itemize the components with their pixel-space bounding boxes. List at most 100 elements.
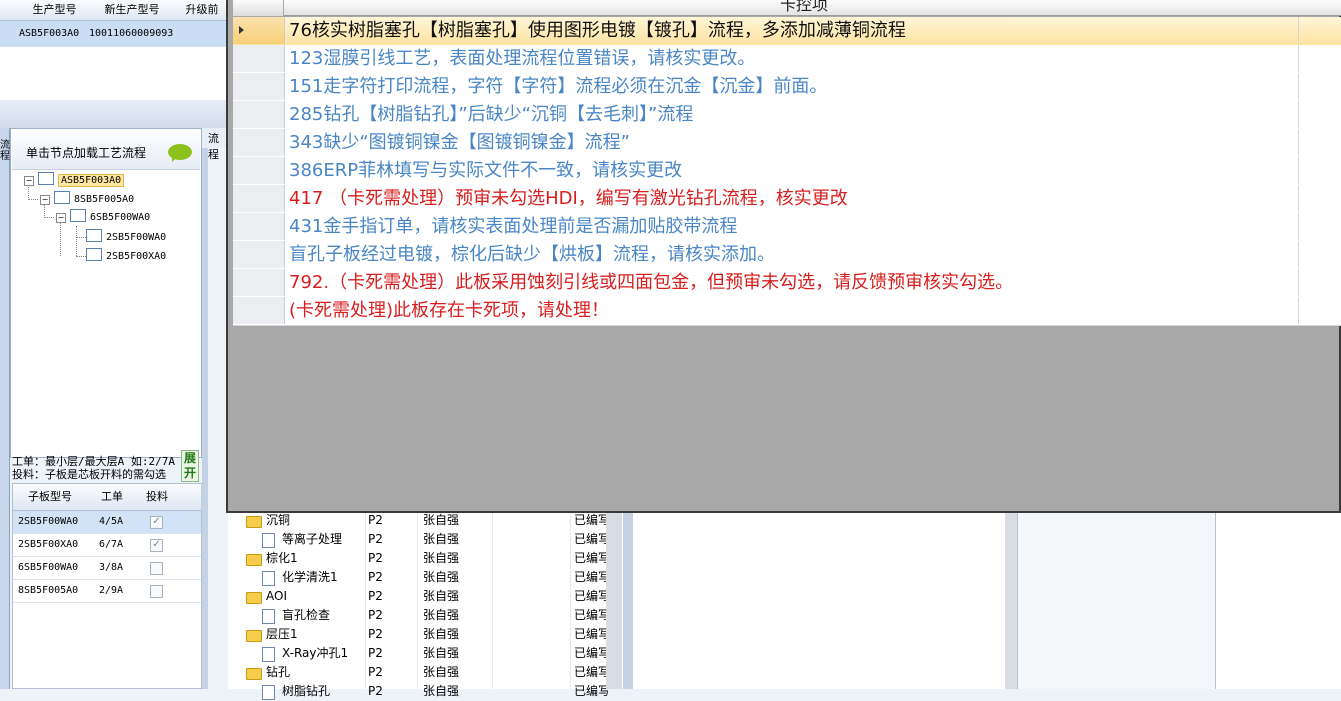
feed-checkbox[interactable] [150,585,163,598]
collapse-toggle-icon[interactable]: − [24,176,34,186]
col-header-feed[interactable]: 投料 [137,484,178,511]
control-item-text: 386ERP菲林填写与实际文件不一致，请核实更改 [289,160,683,181]
process-level: P2 [368,608,383,622]
row-indicator[interactable] [233,241,285,268]
col-header-subboard[interactable]: 子板型号 [13,484,88,511]
control-item-row[interactable]: 431金手指订单，请核实表面处理前是否漏加贴胶带流程 [233,213,1341,242]
process-name: 沉铜 [266,513,291,527]
process-status: 已编写 [574,608,611,622]
subboard-grid: 子板型号 工单 投料 2SB5F00WA0 4/5A ✓ 2SB5F00XA0 … [12,483,202,689]
expand-button[interactable]: 展开 [181,450,199,482]
horizontal-splitter[interactable] [0,100,228,128]
process-level: P2 [368,665,383,679]
process-name: 化学清洗1 [282,570,338,584]
splitter[interactable] [623,512,633,689]
process-status: 已编写 [574,532,611,546]
process-row[interactable]: AOI P2 张自强 已编写 [228,587,623,606]
control-item-row[interactable]: 285钻孔【树脂钻孔】”后缺少“沉铜【去毛刺】”流程 [233,101,1341,130]
row-indicator[interactable] [233,269,285,296]
process-row[interactable]: 沉铜 P2 张自强 已编写 [228,511,623,530]
process-name: 钻孔 [266,665,291,679]
table-row[interactable]: 8SB5F005A0 2/9A [13,580,201,603]
process-author: 张自强 [423,589,460,603]
table-row[interactable]: 6SB5F00WA0 3/8A [13,557,201,580]
row-header-corner [0,0,23,21]
row-indicator[interactable] [233,129,285,156]
cell-new-model: 10011060009093 [89,28,174,39]
process-level: P2 [368,589,383,603]
control-item-row[interactable]: 151走字符打印流程，字符【字符】流程必须在沉金【沉金】前面。 [233,73,1341,102]
col-header-order[interactable]: 工单 [87,484,138,511]
control-item-row[interactable]: 盲孔子板经过电镀，棕化后缺少【烘板】流程，请核实添加。 [233,241,1341,270]
table-row[interactable]: 2SB5F00WA0 4/5A ✓ [13,511,201,534]
process-row[interactable]: 等离子处理 P2 张自强 已编写 [228,530,623,549]
process-level: P2 [368,513,383,527]
tree-node[interactable]: 6SB5F00WA0 [70,209,150,226]
row-indicator[interactable] [233,213,285,240]
row-indicator[interactable] [233,157,285,184]
control-item-row[interactable]: 386ERP菲林填写与实际文件不一致，请核实更改 [233,157,1341,186]
collapse-toggle-icon[interactable]: − [40,195,50,205]
feed-checkbox[interactable]: ✓ [150,539,163,552]
folder-icon [246,630,262,642]
control-item-row[interactable]: 343缺少“图镀铜镍金【图镀铜镍金】流程” [233,129,1341,158]
feed-checkbox[interactable] [150,562,163,575]
folder-icon [246,554,262,566]
control-item-text: 123湿膜引线工艺，表面处理流程位置错误，请核实更改。 [289,48,756,69]
process-status: 已编写 [574,513,611,527]
tree-node-root[interactable]: ASB5F003A0 [38,172,125,189]
process-row[interactable]: 钻孔 P2 张自强 已编写 [228,663,623,682]
tree-node[interactable]: 8SB5F005A0 [54,191,134,208]
col-header-new-model[interactable]: 新生产型号 [87,0,178,21]
process-status: 已编写 [574,684,611,698]
row-indicator[interactable] [233,185,285,212]
document-icon [262,609,275,624]
control-item-text: 417 （卡死需处理）预审未勾选HDI，编写有激光钻孔流程，核实更改 [289,188,848,209]
process-row[interactable]: 化学清洗1 P2 张自强 已编写 [228,568,623,587]
control-item-text: 285钻孔【树脂钻孔】”后缺少“沉铜【去毛刺】”流程 [289,104,694,125]
control-item-text: 792.（卡死需处理）此板采用蚀刻引线或四面包金，但预审未勾选，请反馈预审核实勾… [289,272,1014,293]
control-item-row[interactable]: (卡死需处理)此板存在卡死项，请处理！ [233,297,1341,326]
process-row[interactable]: 层压1 P2 张自强 已编写 [228,625,623,644]
row-indicator[interactable] [233,17,285,44]
row-indicator[interactable] [233,297,285,324]
row-indicator[interactable] [233,73,285,100]
vertical-splitter[interactable] [202,128,208,689]
process-author: 张自强 [423,551,460,565]
process-status: 已编写 [574,665,611,679]
col-header-model[interactable]: 生产型号 [22,0,88,21]
col-header-upgrade[interactable]: 升级前 [177,0,228,21]
folder-icon [246,668,262,680]
control-item-text: 151走字符打印流程，字符【字符】流程必须在沉金【沉金】前面。 [289,76,828,97]
table-row[interactable]: 2SB5F00XA0 6/7A ✓ [13,534,201,557]
process-row[interactable]: X-Ray冲孔1 P2 张自强 已编写 [228,644,623,663]
process-row[interactable]: 棕化1 P2 张自强 已编写 [228,549,623,568]
control-items-column-title[interactable]: 卡控项 [780,0,828,15]
vertical-scrollbar[interactable] [606,512,622,689]
control-item-text: 343缺少“图镀铜镍金【图镀铜镍金】流程” [289,132,631,153]
tree-node[interactable]: 2SB5F00WA0 [86,229,166,246]
control-item-row[interactable]: 123湿膜引线工艺，表面处理流程位置错误，请核实更改。 [233,45,1341,74]
document-icon [262,647,275,662]
detail-pane-right [1215,512,1341,689]
control-item-row[interactable]: 792.（卡死需处理）此板采用蚀刻引线或四面包金，但预审未勾选，请反馈预审核实勾… [233,269,1341,298]
process-row[interactable]: 盲孔检查 P2 张自强 已编写 [228,606,623,625]
process-row[interactable]: 树脂钻孔 P2 张自强 已编写 [228,682,623,701]
collapse-toggle-icon[interactable]: − [56,213,66,223]
row-indicator[interactable] [233,45,285,72]
feed-checkbox[interactable]: ✓ [150,516,163,529]
control-item-row[interactable]: 417 （卡死需处理）预审未勾选HDI，编写有激光钻孔流程，核实更改 [233,185,1341,214]
row-indicator[interactable] [233,101,285,128]
process-author: 张自强 [423,684,460,698]
process-status: 已编写 [574,646,611,660]
hint-text: 工单：最小层/最大层A 如:2/7A 投料：子板是芯板开料的需勾选 [12,455,175,481]
control-item-row[interactable]: 76核实树脂塞孔【树脂塞孔】使用图形电镀【镀孔】流程，多添加减薄铜流程 [233,17,1341,46]
control-item-text: 431金手指订单，请核实表面处理前是否漏加贴胶带流程 [289,216,738,237]
process-author: 张自强 [423,646,460,660]
process-name: 等离子处理 [282,532,343,546]
board-icon [86,248,102,261]
tree-node[interactable]: 2SB5F00XA0 [86,248,166,265]
speech-bubble-icon[interactable] [168,144,192,162]
left-dock-tab[interactable]: 流程 [0,128,10,689]
vertical-scrollbar[interactable] [1005,512,1017,689]
